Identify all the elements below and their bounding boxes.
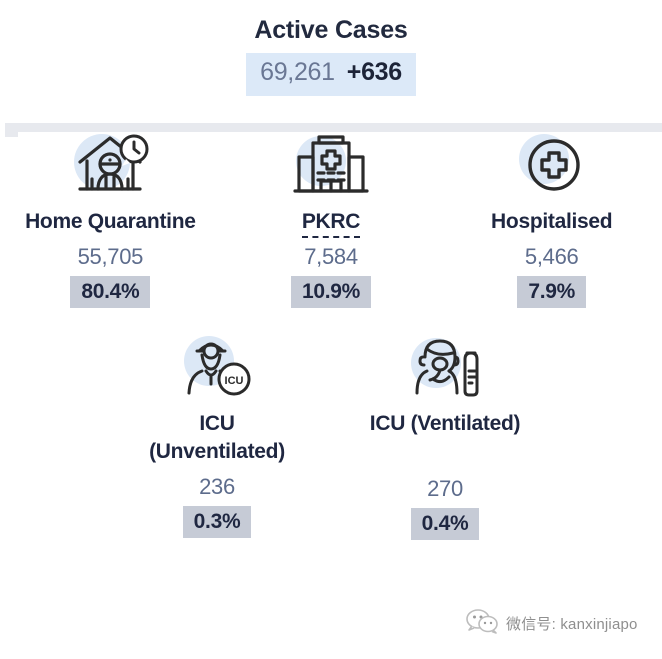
stat-percent-badge: 10.9% bbox=[290, 276, 372, 308]
stat-percent-badge: 7.9% bbox=[517, 276, 587, 308]
stat-label: PKRC bbox=[221, 208, 442, 238]
icu-doctor-icon: ICU bbox=[106, 330, 328, 406]
stat-label-text: Hospitalised bbox=[491, 210, 613, 233]
svg-text:ICU: ICU bbox=[225, 375, 244, 387]
stat-label: ICU (Ventilated) bbox=[334, 410, 556, 438]
stat-value: 236 bbox=[199, 474, 235, 499]
active-cases-total: 69,261 +636 bbox=[0, 53, 662, 96]
stat-percent-badge: 0.4% bbox=[410, 508, 480, 540]
watermark-text: 微信号: kanxinjiapo bbox=[506, 616, 638, 633]
stats-row-primary: Home Quarantine 55,705 80.4% PKRC 7,584 … bbox=[0, 128, 662, 308]
section-divider-notch bbox=[5, 123, 18, 137]
wechat-icon bbox=[466, 608, 498, 639]
stat-label: Home Quarantine bbox=[0, 208, 221, 236]
stat-label-text: ICU (Ventilated) bbox=[369, 412, 521, 435]
stat-card-home-quarantine[interactable]: Home Quarantine 55,705 80.4% bbox=[0, 128, 221, 308]
stat-percent-badge: 0.3% bbox=[182, 506, 252, 538]
stat-label: Hospitalised bbox=[441, 208, 662, 236]
header: Active Cases 69,261 +636 bbox=[0, 0, 662, 96]
stat-label-text: ICU bbox=[199, 412, 235, 435]
stat-value: 7,584 bbox=[304, 244, 358, 269]
stat-label: ICU (Unventilated) bbox=[106, 410, 328, 466]
home-quarantine-icon bbox=[0, 128, 221, 204]
stat-card-pkrc[interactable]: PKRC 7,584 10.9% bbox=[221, 128, 442, 308]
total-active-cases-value: 69,261 bbox=[260, 58, 335, 86]
total-active-cases-delta: +636 bbox=[346, 58, 402, 86]
watermark: 微信号: kanxinjiapo bbox=[466, 608, 638, 639]
stat-value: 55,705 bbox=[77, 244, 144, 269]
stat-card-hospitalised[interactable]: Hospitalised 5,466 7.9% bbox=[441, 128, 662, 308]
medical-cross-circle-icon bbox=[441, 128, 662, 204]
stat-percent-badge: 80.4% bbox=[70, 276, 151, 308]
stat-percent-line: 10.9% bbox=[221, 276, 442, 308]
section-divider bbox=[5, 123, 662, 132]
stat-value: 5,466 bbox=[524, 244, 579, 269]
stat-value: 270 bbox=[427, 476, 463, 501]
stat-card-icu-ventilated[interactable]: ICU (Ventilated) 270 0.4% bbox=[334, 330, 556, 540]
stats-row-icu: ICU ICU (Unventilated) 236 0.3% ICU (Ven… bbox=[0, 330, 662, 540]
stat-label-text: Home Quarantine bbox=[25, 210, 196, 233]
stat-label-text-line2: (Unventilated) bbox=[149, 440, 285, 463]
stat-percent-line: 0.4% bbox=[334, 508, 556, 540]
stat-percent-line: 7.9% bbox=[441, 276, 662, 308]
stat-card-icu-unventilated[interactable]: ICU ICU (Unventilated) 236 0.3% bbox=[106, 330, 328, 538]
icu-ventilated-patient-icon bbox=[334, 330, 556, 406]
stat-percent-line: 0.3% bbox=[106, 506, 328, 538]
total-pill: 69,261 +636 bbox=[246, 53, 416, 96]
page-title: Active Cases bbox=[254, 16, 408, 44]
stat-percent-line: 80.4% bbox=[0, 276, 221, 308]
stat-label-text: PKRC bbox=[301, 210, 360, 238]
hospital-building-icon bbox=[221, 128, 442, 204]
